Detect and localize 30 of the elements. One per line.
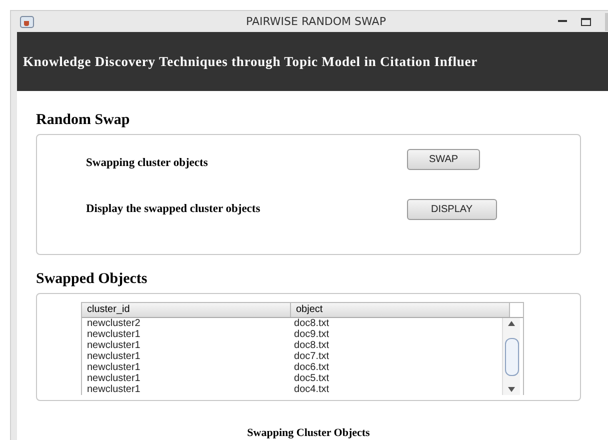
- table-cell-text: doc7.txt: [293, 351, 330, 362]
- table-cell-text: newcluster1: [86, 351, 142, 362]
- table-cell-text: doc5.txt: [293, 373, 330, 384]
- table-cell-text: doc4.txt: [293, 384, 330, 395]
- section-heading: Swapped Objects: [36, 271, 148, 287]
- table-cell-text: newcluster1: [86, 329, 142, 340]
- window-title: PAIRWISE RANDOM SWAP: [245, 15, 387, 28]
- action-button[interactable]: SWAP: [407, 148, 480, 170]
- table-cell-text: newcluster1: [86, 384, 142, 395]
- action-label: Swapping cluster objects: [86, 156, 209, 169]
- scrollbar[interactable]: [502, 318, 520, 395]
- status-text: Swapping Cluster Objects: [246, 427, 371, 439]
- table-cell-text: newcluster2: [86, 318, 142, 329]
- banner-title: Knowledge Discovery Techniques through Topic Model in Citation Influer: [22, 54, 478, 70]
- table-cell-text: doc9.txt: [293, 329, 330, 340]
- table-cell-text: doc6.txt: [293, 362, 330, 373]
- minimize-icon[interactable]: [558, 20, 567, 23]
- column-header[interactable]: cluster_id: [82, 303, 291, 317]
- table-cell-text: newcluster1: [86, 340, 142, 351]
- table-cell-text: doc8.txt: [293, 340, 330, 351]
- header-corner: [510, 303, 523, 317]
- maximize-icon[interactable]: [581, 18, 591, 26]
- section-heading: Random Swap: [36, 112, 131, 128]
- action-label: Display the swapped cluster objects: [86, 203, 262, 215]
- table-cell-text: newcluster1: [86, 362, 142, 373]
- scroll-down-icon[interactable]: [508, 387, 515, 392]
- action-button[interactable]: DISPLAY: [407, 198, 496, 220]
- table-cell-text: doc8.txt: [293, 318, 330, 329]
- scroll-up-icon[interactable]: [508, 321, 515, 326]
- table-cell-text: newcluster1: [86, 373, 142, 384]
